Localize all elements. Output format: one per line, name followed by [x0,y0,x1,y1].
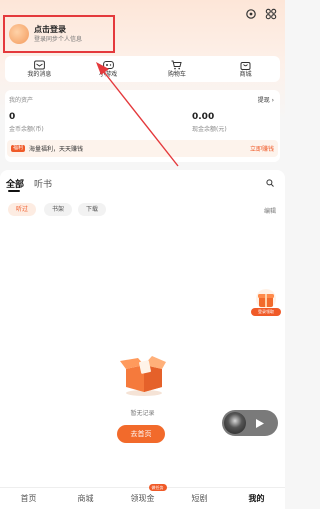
edit-button[interactable]: 编辑 [264,206,276,215]
chip-bookshelf[interactable]: 书架 [44,203,73,216]
gamepad-icon [102,60,114,69]
assets-card: 我的资产 提现 › 0 金币余额(币) 0.00 现金余额(元) 福利 海量福利… [5,90,280,162]
nav-cash-label: 领现金 [130,494,155,503]
coin-balance-label: 金币余额(币) [9,126,44,133]
promo-tag: 福利 [11,145,26,152]
quick-nav-shop[interactable]: 商城 [216,60,276,79]
cash-balance-label: 现金余额(元) [192,126,227,133]
login-area[interactable]: 点击登录 登录同步个人信息 [3,15,115,53]
quick-nav-label: 商城 [239,70,252,78]
promo-text: 海量福利，天天赚钱 [29,146,84,153]
quick-nav: 我的消息 小游戏 购物车 商城 [5,56,280,82]
quick-nav-games[interactable]: 小游戏 [78,60,138,79]
floating-reward[interactable]: 登录领取 [251,288,281,318]
mini-player[interactable] [222,410,278,436]
gift-icon [256,289,276,309]
bottom-nav: 首页 商城 领现金 做任务 短剧 我的 [0,484,285,509]
history-section: 全部 听书 听过 书架 下载 编辑 暂无记录 去首页 [0,170,285,490]
tab-all[interactable]: 全部 [6,177,24,190]
chip-listened[interactable]: 听过 [8,203,37,216]
nav-cash[interactable]: 领现金 做任务 [118,484,168,504]
chip-download[interactable]: 下载 [78,203,107,216]
cart-icon [171,60,183,69]
promo-button[interactable]: 立即赚钱 [250,144,274,153]
nav-mine[interactable]: 我的 [232,493,282,504]
nav-cash-badge: 做任务 [148,484,167,491]
quick-nav-label: 我的消息 [27,70,52,78]
quick-nav-cart[interactable]: 购物车 [147,60,207,79]
tab-active-indicator [8,190,20,192]
play-icon[interactable] [256,418,264,428]
login-title[interactable]: 点击登录 [34,24,82,35]
nav-home[interactable]: 首页 [4,493,54,504]
go-home-button[interactable]: 去首页 [117,425,165,443]
withdraw-link[interactable]: 提现 › [258,95,274,104]
nav-shorts[interactable]: 短剧 [175,493,225,504]
shop-icon [240,61,251,70]
assets-title: 我的资产 [9,97,34,104]
search-icon[interactable] [266,179,274,187]
coin-balance-value[interactable]: 0 [9,112,15,122]
top-toolbar [245,8,277,20]
mail-icon [33,60,45,69]
quick-nav-label: 小游戏 [99,70,118,78]
floating-reward-label: 登录领取 [251,308,281,316]
login-subtitle: 登录同步个人信息 [34,36,83,43]
cash-balance-value[interactable]: 0.00 [192,112,214,122]
avatar[interactable] [9,24,29,44]
nav-shop[interactable]: 商城 [61,493,111,504]
quick-nav-messages[interactable]: 我的消息 [9,60,69,79]
mini-player-cover[interactable] [224,412,246,434]
settings-icon[interactable] [245,8,257,20]
grid-icon[interactable] [265,8,277,20]
promo-banner[interactable]: 福利 海量福利，天天赚钱 立即赚钱 [7,140,278,157]
empty-box-illustration [120,356,166,396]
quick-nav-label: 购物车 [167,70,186,78]
tab-audio[interactable]: 听书 [34,177,52,190]
